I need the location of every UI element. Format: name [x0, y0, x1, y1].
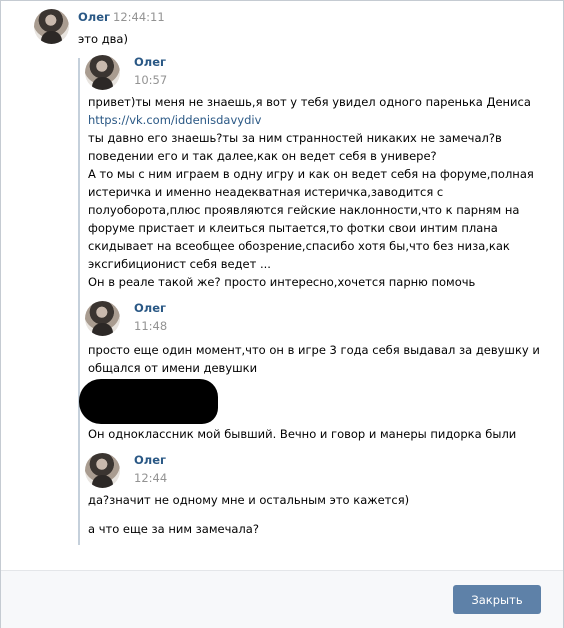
message-line: общался от имени девушки [88, 361, 258, 375]
message-line: форуме пристает и клеиться пытается,то ф… [88, 221, 498, 235]
message-line: Он в реале такой же? просто интересно,хо… [88, 275, 476, 289]
forwarded-time: 11:48 [134, 319, 168, 333]
close-button[interactable]: Закрыть [453, 585, 541, 614]
message-line: да?значит не одному мне и остальным это … [88, 493, 410, 507]
message-line: эксгибиционист себя ведет ... [88, 257, 271, 271]
message-line: ты давно его знаешь?ты за ним странносте… [88, 131, 502, 145]
message-time[interactable]: 12:44:11 [113, 10, 165, 24]
message-text: это два) [78, 32, 128, 46]
forwarded-author[interactable]: Олег [134, 301, 166, 315]
message-line: привет)ты меня не знаешь,я вот у тебя ув… [88, 95, 531, 109]
message-line: истеричка и именно неадекватная истеричк… [88, 185, 444, 199]
message-dialog: Олег 12:44:11 это два) Олег 10:57 привет… [0, 0, 564, 628]
avatar[interactable] [34, 9, 69, 44]
message-line: Он одноклассник мой бывший. Вечно и гово… [88, 427, 517, 441]
message-line: поведении его и так далее,как он ведет с… [88, 149, 437, 163]
forwarded-time: 12:44 [134, 471, 168, 485]
forwarded-time: 10:57 [134, 73, 168, 87]
avatar[interactable] [85, 301, 120, 336]
avatar[interactable] [85, 453, 120, 488]
redacted-content [79, 379, 218, 424]
message-line: а что еще за ним замечала? [88, 522, 259, 536]
message-author[interactable]: Олег [78, 10, 110, 24]
forwarded-author[interactable]: Олег [134, 55, 166, 69]
message-line: А то мы с ним играем в одну игру и как о… [88, 167, 534, 181]
avatar[interactable] [85, 55, 120, 90]
forwarded-author[interactable]: Олег [134, 453, 166, 467]
message-line: полуоборота,плюс проявляются гейские нак… [88, 203, 520, 217]
forwarded-quote-bar [78, 58, 80, 545]
profile-link[interactable]: https://vk.com/iddenisdavydiv [88, 111, 548, 129]
message-line: скидывает на всеобщее обозрение,спасибо … [88, 239, 510, 253]
message-line: просто еще один момент,что он в игре 3 г… [88, 343, 540, 357]
